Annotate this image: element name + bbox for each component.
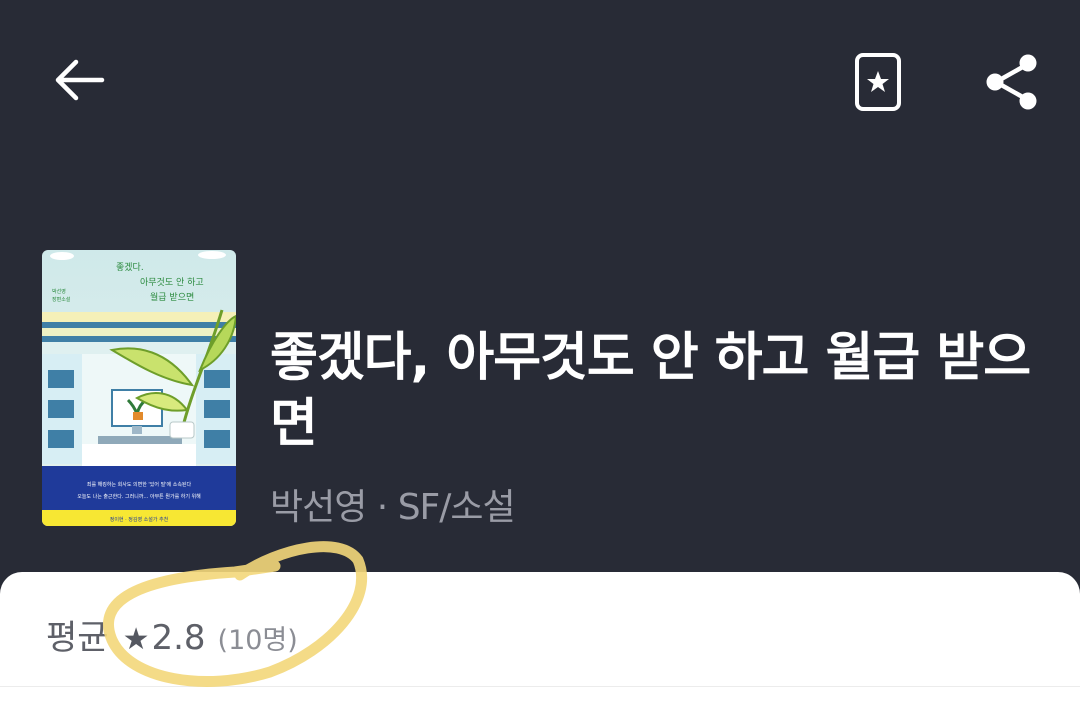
cover-title-line1: 좋겠다. bbox=[116, 262, 144, 273]
top-app-bar bbox=[0, 0, 1080, 160]
cover-blurb-line1: 죄를 해킹하는 회사도 의변한 '있어 빌'에 소속된다 bbox=[87, 481, 192, 488]
cover-author: 박선영 bbox=[52, 288, 66, 295]
star-icon: ★ bbox=[122, 622, 150, 657]
rating-count: (10명) bbox=[217, 625, 298, 656]
rating-label: 평균 bbox=[46, 618, 109, 658]
book-cover-illustration: 좋겠다. 아무것도 안 하고 월급 받으면 박선영 장편소설 죄를 해킹하는 회… bbox=[42, 250, 236, 526]
cover-title-line3: 월급 받으면 bbox=[150, 291, 194, 303]
arrow-left-icon bbox=[55, 59, 105, 101]
average-rating[interactable]: 평균 ★ 2.8 (10명) bbox=[46, 610, 298, 659]
book-cover[interactable]: 좋겠다. 아무것도 안 하고 월급 받으면 박선영 장편소설 죄를 해킹하는 회… bbox=[42, 250, 236, 526]
cover-blurb-line2: 오늘도 나는 출근한다. 그러니까… 아무튼 뭔가를 하기 위해 bbox=[77, 493, 201, 500]
bookmark-star-icon bbox=[855, 53, 901, 111]
share-button[interactable] bbox=[970, 42, 1054, 122]
cover-recommend: 정이현 · 정김영 소설가 추천 bbox=[110, 516, 169, 523]
share-icon bbox=[986, 54, 1037, 110]
back-button[interactable] bbox=[40, 45, 120, 115]
book-title: 좋겠다, 아무것도 안 하고 월급 받으면 bbox=[270, 328, 1031, 454]
bookmark-button[interactable] bbox=[838, 42, 918, 122]
book-author-genre: 박선영 · SF/소설 bbox=[270, 487, 516, 528]
cover-title-line2: 아무것도 안 하고 bbox=[140, 277, 204, 288]
cover-genre: 장편소설 bbox=[52, 296, 71, 303]
rating-value: 2.8 bbox=[151, 618, 206, 658]
divider bbox=[0, 686, 1080, 687]
